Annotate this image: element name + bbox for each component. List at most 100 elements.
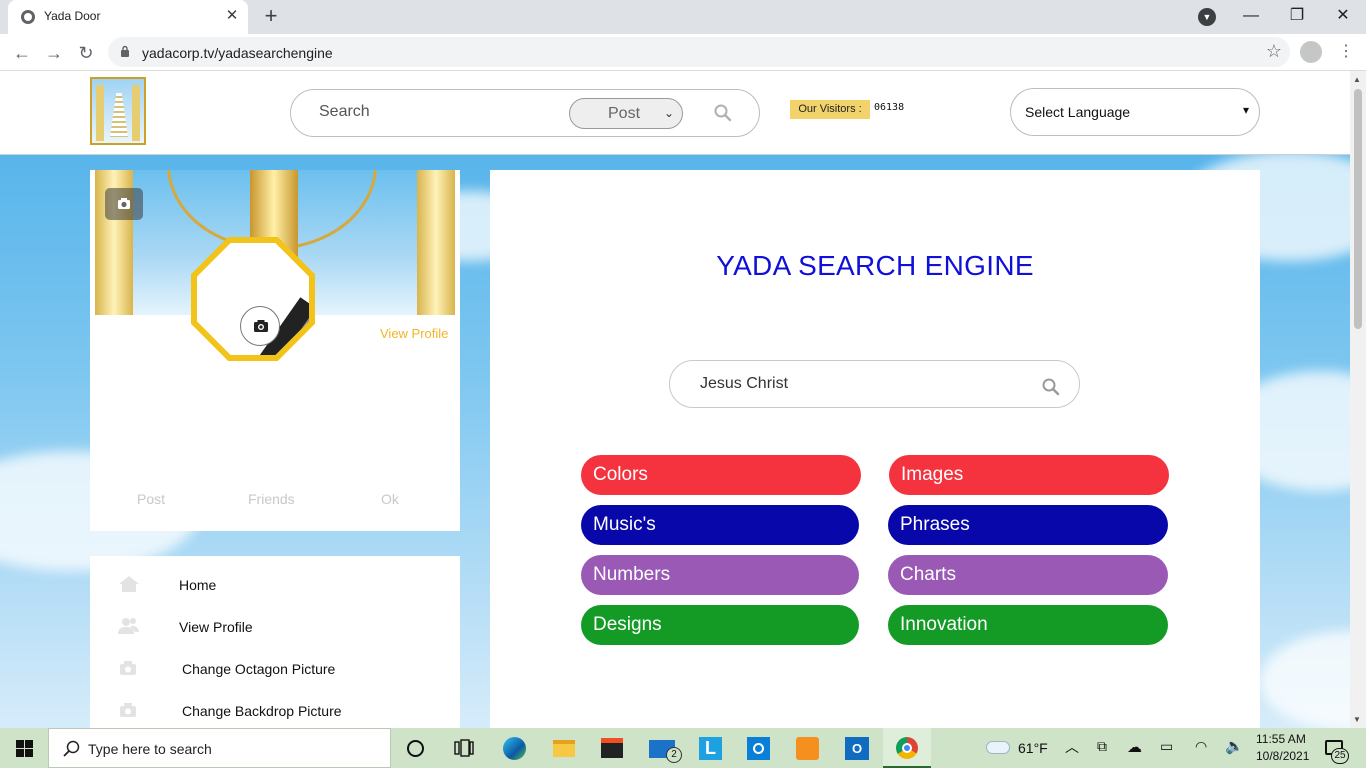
- cortana-ring: [753, 743, 764, 754]
- stat-ok[interactable]: Ok: [381, 491, 399, 507]
- outlook-icon[interactable]: O: [845, 737, 869, 760]
- cortana-icon[interactable]: [407, 740, 424, 757]
- logo-door-left: [96, 85, 104, 141]
- menu-item-view-profile[interactable]: View Profile: [90, 607, 460, 649]
- globe-icon: [21, 10, 35, 24]
- camera-icon: [254, 320, 268, 332]
- url-text: yadacorp.tv/yadasearchengine: [142, 45, 333, 61]
- language-select-value: Select Language: [1025, 104, 1131, 120]
- stat-friends[interactable]: Friends: [248, 491, 295, 507]
- meet-now-icon[interactable]: ⧉: [1097, 738, 1107, 755]
- minimize-button[interactable]: —: [1228, 2, 1274, 30]
- taskbar: Type here to search 2 L O 61°F ︿ ⧉ ☁ ▭ ◠…: [0, 728, 1366, 768]
- category-numbers-button[interactable]: Numbers: [581, 555, 859, 595]
- page-title: YADA SEARCH ENGINE: [716, 250, 1034, 281]
- main-search-input[interactable]: [700, 375, 1020, 393]
- onedrive-icon[interactable]: ☁: [1127, 738, 1142, 756]
- category-musics-button[interactable]: Music's: [581, 505, 859, 545]
- file-explorer-icon[interactable]: [553, 740, 575, 757]
- header-search-input[interactable]: [319, 103, 559, 121]
- clock-date[interactable]: 10/8/2021: [1256, 749, 1309, 763]
- address-bar[interactable]: yadacorp.tv/yadasearchengine ☆: [108, 37, 1290, 67]
- category-phrases-button[interactable]: Phrases: [888, 505, 1168, 545]
- notifications-badge: 25: [1331, 748, 1349, 764]
- scroll-down-icon[interactable]: ▼: [1353, 715, 1361, 724]
- users-icon: [118, 618, 139, 634]
- page-viewport: Post ⌄ Our Visitors : 06138 Select Langu…: [0, 71, 1366, 728]
- wifi-icon[interactable]: ◠: [1195, 738, 1207, 755]
- tab-title: Yada Door: [44, 9, 101, 23]
- logo-stairs: [110, 93, 128, 137]
- menu-item-change-backdrop[interactable]: Change Backdrop Picture: [90, 691, 460, 728]
- windows-start-icon[interactable]: [16, 740, 33, 757]
- tab-strip: Yada Door ✕ + ▼ — ❐ ✕: [0, 0, 1366, 34]
- cover-gate-right: [417, 170, 455, 315]
- camera-icon: [118, 198, 130, 209]
- scroll-up-icon[interactable]: ▲: [1353, 75, 1361, 84]
- view-profile-link[interactable]: View Profile: [380, 326, 448, 341]
- reload-icon[interactable]: ↻: [72, 39, 100, 67]
- menu-kebab-icon[interactable]: ⋮: [1336, 39, 1356, 65]
- menu-item-change-octagon[interactable]: Change Octagon Picture: [90, 649, 460, 691]
- search-engine-panel: YADA SEARCH ENGINE Colors Images Music's…: [490, 170, 1260, 728]
- category-designs-button[interactable]: Designs: [581, 605, 859, 645]
- forward-icon[interactable]: →: [40, 39, 68, 67]
- l-app-icon[interactable]: L: [699, 737, 722, 760]
- edge-icon[interactable]: [503, 737, 526, 760]
- menu-item-label: View Profile: [179, 619, 253, 635]
- account-avatar-icon[interactable]: [1300, 41, 1322, 63]
- tab-search-icon[interactable]: ▼: [1198, 8, 1216, 26]
- menu-item-label: Home: [179, 577, 217, 593]
- cortana-app-icon[interactable]: [747, 737, 770, 760]
- weather-cloud-icon[interactable]: [986, 741, 1010, 754]
- store-icon[interactable]: [601, 738, 623, 758]
- task-view-icon[interactable]: [454, 739, 474, 757]
- language-select[interactable]: Select Language ▾: [1010, 88, 1260, 136]
- header-search-box: Post ⌄: [290, 89, 760, 137]
- page-scrollbar[interactable]: ▲ ▼: [1350, 71, 1366, 728]
- search-type-value: Post: [608, 105, 641, 122]
- close-window-button[interactable]: ✕: [1320, 2, 1366, 30]
- new-tab-button[interactable]: +: [258, 4, 284, 30]
- menu-item-label: Change Backdrop Picture: [182, 703, 342, 719]
- category-colors-button[interactable]: Colors: [581, 455, 861, 495]
- search-type-select[interactable]: Post ⌄: [569, 98, 683, 129]
- mail-badge: 2: [666, 747, 682, 763]
- volume-icon[interactable]: 🔈: [1225, 737, 1244, 755]
- tray-expand-icon[interactable]: ︿: [1065, 737, 1079, 757]
- restore-button[interactable]: ❐: [1274, 2, 1320, 30]
- camera-icon: [120, 703, 136, 717]
- stat-post[interactable]: Post: [137, 491, 165, 507]
- yada-logo[interactable]: [90, 77, 146, 145]
- search-icon[interactable]: [1042, 378, 1060, 396]
- category-images-button[interactable]: Images: [889, 455, 1169, 495]
- chevron-down-icon: ▾: [1242, 103, 1249, 117]
- browser-tab[interactable]: Yada Door ✕: [8, 0, 248, 34]
- tab-close-icon[interactable]: ✕: [222, 6, 242, 26]
- change-cover-camera-icon[interactable]: [105, 188, 143, 220]
- menu-item-label: Change Octagon Picture: [182, 661, 336, 677]
- site-header: Post ⌄ Our Visitors : 06138 Select Langu…: [0, 71, 1350, 155]
- category-innovation-button[interactable]: Innovation: [888, 605, 1168, 645]
- scrollbar-thumb[interactable]: [1354, 89, 1362, 329]
- chrome-taskbar-icon[interactable]: [883, 728, 931, 768]
- search-icon[interactable]: [714, 104, 732, 122]
- category-charts-button[interactable]: Charts: [888, 555, 1168, 595]
- chrome-logo: [896, 737, 918, 759]
- browser-toolbar: ← → ↻ yadacorp.tv/yadasearchengine ☆ ⋮: [0, 34, 1366, 71]
- main-search-box: [669, 360, 1080, 408]
- visitors-counter: 06138: [874, 102, 905, 113]
- taskbar-search-box[interactable]: Type here to search: [48, 728, 391, 768]
- battery-icon[interactable]: ▭: [1160, 738, 1173, 755]
- paint-app-icon[interactable]: [796, 737, 819, 760]
- lock-icon: [121, 45, 129, 57]
- profile-card: View Profile Post Friends Ok: [90, 170, 460, 531]
- search-icon: [63, 740, 80, 757]
- visitors-label: Our Visitors :: [790, 100, 870, 119]
- bookmark-star-icon[interactable]: ☆: [1266, 41, 1282, 62]
- menu-item-home[interactable]: Home: [90, 565, 460, 607]
- change-octagon-camera-button[interactable]: [240, 306, 280, 346]
- back-icon[interactable]: ←: [8, 39, 36, 67]
- weather-temp[interactable]: 61°F: [1018, 740, 1048, 756]
- clock-time[interactable]: 11:55 AM: [1256, 732, 1306, 746]
